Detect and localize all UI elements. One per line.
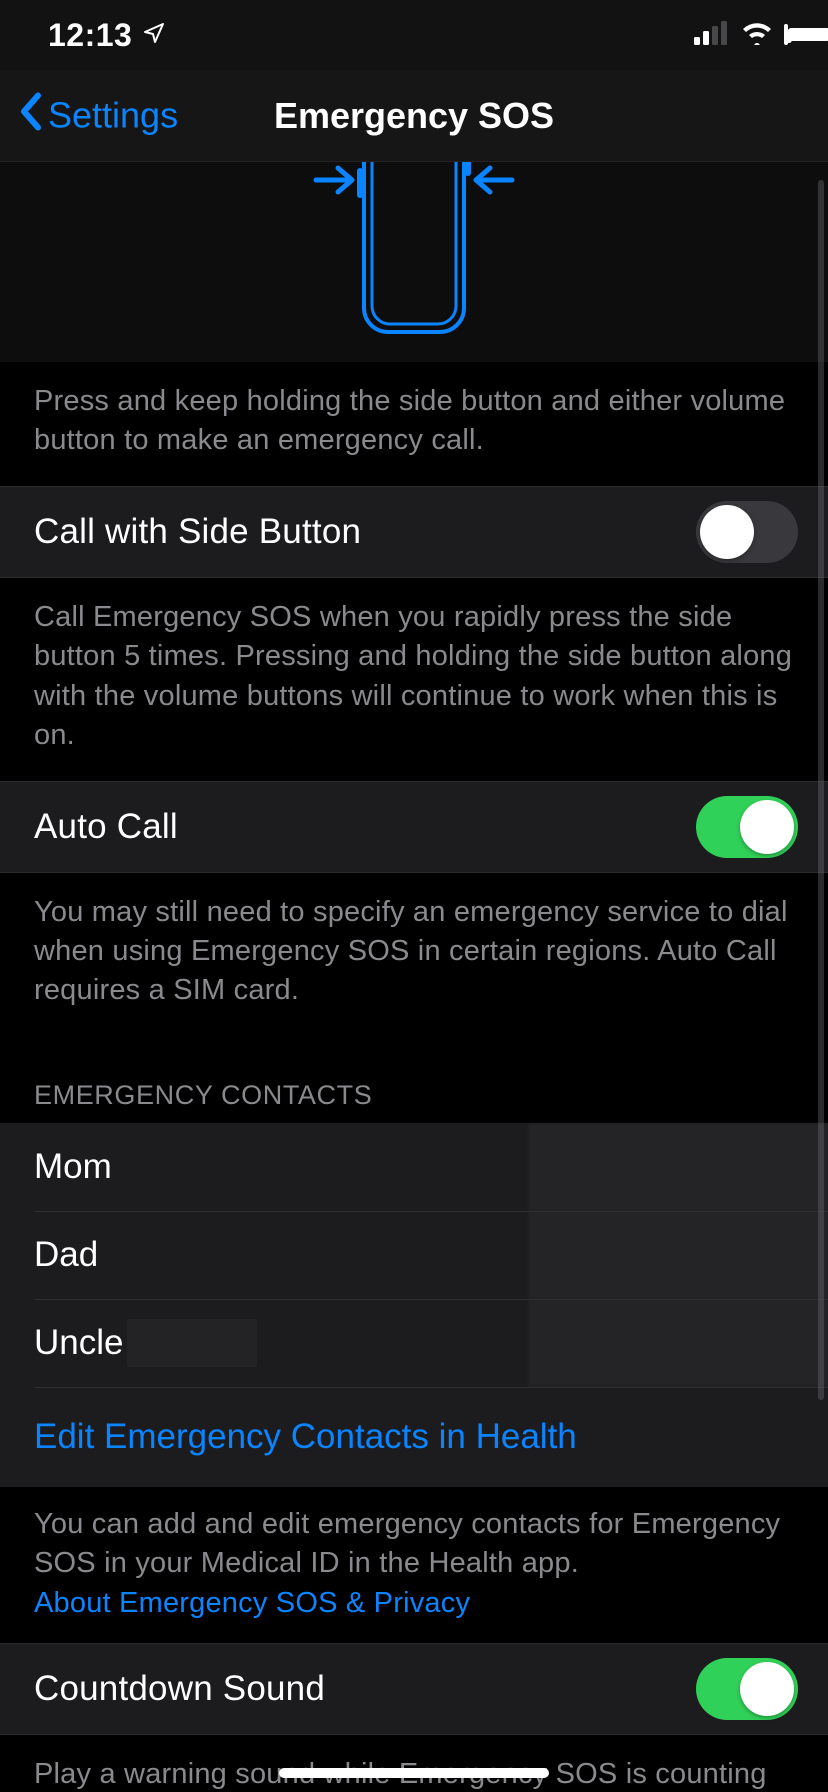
contact-row[interactable]: Mom <box>0 1123 828 1211</box>
home-indicator[interactable] <box>279 1768 549 1778</box>
contact-name: Uncle <box>34 1323 123 1363</box>
auto-call-label: Auto Call <box>34 807 178 847</box>
page-title: Emergency SOS <box>274 95 554 137</box>
contact-row[interactable]: Dad <box>0 1211 828 1299</box>
edit-contacts-label: Edit Emergency Contacts in Health <box>34 1417 577 1457</box>
status-bar: 12:13 <box>0 0 828 70</box>
contacts-footer: You can add and edit emergency contacts … <box>0 1487 828 1642</box>
auto-call-footer: You may still need to specify an emergen… <box>0 873 828 1036</box>
about-sos-privacy-link[interactable]: About Emergency SOS & Privacy <box>34 1587 470 1619</box>
contact-name: Dad <box>34 1235 98 1275</box>
call-with-side-button-footer: Call Emergency SOS when you rapidly pres… <box>0 578 828 781</box>
countdown-sound-toggle[interactable] <box>696 1658 798 1720</box>
contact-name: Mom <box>34 1147 112 1187</box>
nav-bar: Settings Emergency SOS <box>0 70 828 162</box>
wifi-icon <box>740 21 774 50</box>
scroll-indicator[interactable] <box>818 180 824 1400</box>
redacted-phone <box>528 1211 828 1299</box>
contacts-footer-text: You can add and edit emergency contacts … <box>34 1508 780 1579</box>
countdown-sound-footer: Play a warning sound while Emergency SOS… <box>0 1735 828 1792</box>
status-time: 12:13 <box>48 17 132 54</box>
redacted-text <box>127 1319 257 1367</box>
auto-call-cell: Auto Call <box>0 781 828 873</box>
emergency-contacts-header: EMERGENCY CONTACTS <box>0 1036 828 1123</box>
content-scroll[interactable]: Press and keep holding the side button a… <box>0 162 828 1792</box>
sos-illustration <box>0 162 828 362</box>
chevron-left-icon <box>18 91 44 140</box>
edit-contacts-link[interactable]: Edit Emergency Contacts in Health <box>0 1387 828 1487</box>
contact-row[interactable]: Uncle <box>0 1299 828 1387</box>
back-button[interactable]: Settings <box>18 91 178 140</box>
call-with-side-button-label: Call with Side Button <box>34 512 361 552</box>
countdown-sound-cell: Countdown Sound <box>0 1643 828 1735</box>
call-with-side-button-cell: Call with Side Button <box>0 486 828 578</box>
emergency-contacts-group: Mom Dad Uncle Edit Emergency Contacts in… <box>0 1123 828 1487</box>
battery-icon <box>784 26 788 44</box>
back-label: Settings <box>48 95 178 137</box>
call-with-side-button-toggle[interactable] <box>696 501 798 563</box>
intro-footer: Press and keep holding the side button a… <box>0 362 828 486</box>
auto-call-toggle[interactable] <box>696 796 798 858</box>
countdown-sound-label: Countdown Sound <box>34 1669 325 1709</box>
redacted-phone <box>528 1123 828 1211</box>
redacted-phone <box>528 1299 828 1387</box>
cellular-icon <box>694 21 730 50</box>
location-icon <box>142 21 166 50</box>
